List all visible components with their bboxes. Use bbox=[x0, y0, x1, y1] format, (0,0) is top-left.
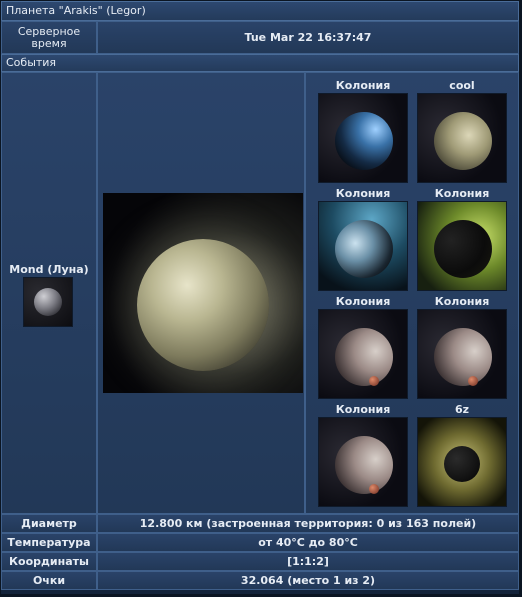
moon-thumbnail[interactable] bbox=[23, 277, 73, 327]
gallery-planet-thumb[interactable] bbox=[318, 93, 408, 183]
points-label: Очки bbox=[32, 574, 66, 587]
small-moon-icon bbox=[468, 376, 478, 386]
rocky-planet-icon bbox=[335, 436, 393, 494]
gallery-planet-thumb[interactable] bbox=[318, 201, 408, 291]
gallery-label: Колония bbox=[335, 403, 391, 416]
moon-label[interactable]: Mond (Луна) bbox=[2, 263, 96, 276]
small-moon-icon bbox=[369, 484, 379, 494]
coords-value-cell[interactable]: [1:1:2] bbox=[97, 552, 519, 571]
temperature-value: от 40°C до 80°C bbox=[258, 536, 358, 549]
moon-column: Mond (Луна) bbox=[1, 72, 97, 514]
temperature-label: Температура bbox=[7, 536, 91, 549]
gallery-planet-thumb[interactable] bbox=[417, 201, 507, 291]
gallery-planet-thumb[interactable] bbox=[417, 309, 507, 399]
gallery-planet-thumb[interactable] bbox=[318, 417, 408, 507]
events-label: События bbox=[6, 56, 57, 69]
server-time-label-cell: Серверное время bbox=[1, 21, 97, 54]
rocky-planet-icon bbox=[434, 328, 492, 386]
coords-label-cell: Координаты bbox=[1, 552, 97, 571]
temperature-label-cell: Температура bbox=[1, 533, 97, 552]
planet-title-bar: Планета "Arakis" (Legor) bbox=[1, 1, 519, 21]
server-time-label: Серверное время bbox=[17, 24, 81, 50]
gallery-label: 6z bbox=[454, 403, 470, 416]
gallery-label: cool bbox=[449, 79, 475, 92]
dark-planet-icon bbox=[434, 220, 492, 278]
server-time-value: Tue Mar 22 16:37:47 bbox=[244, 31, 372, 44]
rocky-planet-icon bbox=[335, 328, 393, 386]
points-label-cell: Очки bbox=[1, 571, 97, 590]
planet-overview-panel: Планета "Arakis" (Legor) Серверное время… bbox=[1, 1, 519, 594]
planet-title: Планета "Arakis" (Legor) bbox=[6, 4, 146, 17]
pale-planet-icon bbox=[434, 112, 492, 170]
gallery-label: Колония bbox=[434, 295, 490, 308]
ice-planet-icon bbox=[335, 220, 393, 278]
main-planet-column bbox=[97, 72, 305, 514]
gallery-planet-thumb[interactable] bbox=[417, 93, 507, 183]
blue-planet-icon bbox=[335, 112, 393, 170]
dark-planet-icon bbox=[444, 446, 480, 482]
gallery-label: Колония bbox=[335, 295, 391, 308]
points-value: 32.064 (место 1 из 2) bbox=[240, 574, 376, 587]
server-time-value-cell: Tue Mar 22 16:37:47 bbox=[97, 21, 519, 54]
gallery-planet-thumb[interactable] bbox=[417, 417, 507, 507]
events-header[interactable]: События bbox=[1, 54, 519, 72]
coords-label: Координаты bbox=[9, 555, 89, 568]
gallery-label: Колония bbox=[335, 187, 391, 200]
main-planet-image[interactable] bbox=[103, 193, 303, 393]
coords-value[interactable]: [1:1:2] bbox=[287, 555, 329, 568]
diameter-value-cell: 12.800 км (застроенная территория: 0 из … bbox=[97, 514, 519, 533]
diameter-label: Диаметр bbox=[21, 517, 77, 530]
temperature-value-cell: от 40°C до 80°C bbox=[97, 533, 519, 552]
diameter-label-cell: Диаметр bbox=[1, 514, 97, 533]
points-value-cell: 32.064 (место 1 из 2) bbox=[97, 571, 519, 590]
planet-sphere-icon bbox=[137, 239, 269, 371]
moon-sphere-icon bbox=[34, 288, 62, 316]
planet-gallery: Колония cool Колония Колония Колония Кол… bbox=[305, 72, 519, 514]
diameter-value: 12.800 км (застроенная территория: 0 из … bbox=[139, 517, 477, 530]
small-moon-icon bbox=[369, 376, 379, 386]
gallery-label: Колония bbox=[434, 187, 490, 200]
gallery-label: Колония bbox=[335, 79, 391, 92]
gallery-planet-thumb[interactable] bbox=[318, 309, 408, 399]
